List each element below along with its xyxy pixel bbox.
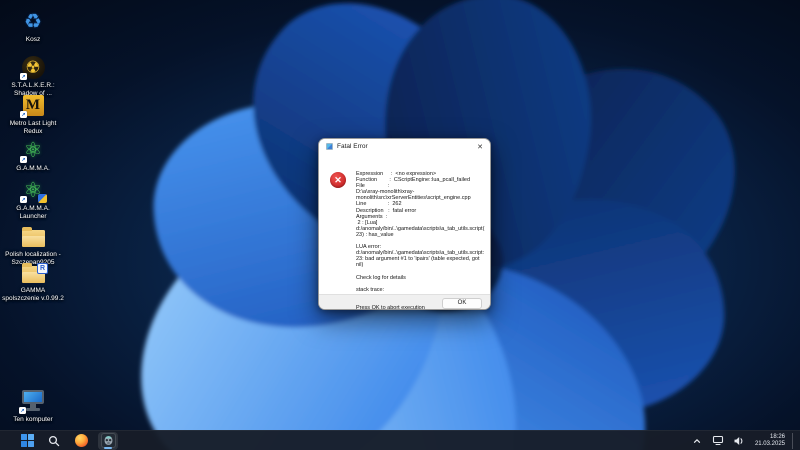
search-icon: [48, 435, 60, 446]
dialog-app-icon: [326, 143, 333, 150]
start-button[interactable]: [17, 432, 37, 450]
firefox-icon: [74, 434, 88, 447]
shortcut-arrow-icon: ↗: [19, 407, 26, 414]
recycle-bin-icon: ♻: [24, 10, 42, 33]
error-message: Expression : <no expression> Function : …: [356, 171, 485, 310]
search-button[interactable]: [44, 432, 64, 450]
shortcut-arrow-icon: ↗: [20, 156, 27, 163]
desktop-icon-label: Metro Last Light Redux: [9, 120, 57, 135]
taskbar-clock[interactable]: 18:26 21.03.2025: [753, 434, 785, 448]
windows-logo-icon: [20, 434, 34, 447]
dialog-title: Fatal Error: [337, 143, 368, 150]
desktop-icon-gamma-launcher[interactable]: ⚛ ↗ G.A.M.M.A. Launcher: [1, 177, 65, 220]
desktop-icon-gamma-spolszczenie[interactable]: R GAMMA spolszczenie v.0.99.2: [1, 259, 65, 302]
shortcut-arrow-icon: ↗: [20, 196, 27, 203]
desktop-icon-gamma[interactable]: ⚛ ↗ G.A.M.M.A.: [1, 137, 65, 173]
shortcut-arrow-icon: ↗: [20, 73, 27, 80]
clock-time: 18:26: [769, 433, 785, 440]
folder-icon: [21, 226, 45, 247]
shield-icon: [38, 194, 47, 203]
shortcut-arrow-icon: ↗: [20, 111, 27, 118]
desktop-icon-this-pc[interactable]: ↗ Ten komputer: [1, 388, 65, 424]
dialog-titlebar[interactable]: Fatal Error ✕: [319, 139, 490, 154]
close-icon[interactable]: ✕: [470, 139, 490, 154]
show-desktop-button[interactable]: [792, 432, 795, 449]
desktop-icon-stalker[interactable]: ☢ ↗ S.T.A.L.K.E.R.: Shadow of ...: [1, 54, 65, 97]
tray-network-icon[interactable]: [711, 433, 725, 449]
desktop-icon-label: G.A.M.M.A. Launcher: [16, 205, 50, 220]
desktop-icon-label: G.A.M.M.A.: [16, 165, 50, 172]
dialog-body: ✕ Expression : <no expression> Function …: [319, 154, 490, 309]
desktop-icon-label: Ten komputer: [13, 416, 53, 423]
desktop-icon-recycle-bin[interactable]: ♻ Kosz: [1, 8, 65, 44]
tray-volume-icon[interactable]: [732, 433, 746, 449]
tray-chevron-up-icon[interactable]: [690, 433, 704, 449]
desktop: ♻ Kosz ☢ ↗ S.T.A.L.K.E.R.: Shadow of ...…: [0, 0, 800, 450]
error-icon: ✕: [330, 172, 346, 188]
desktop-icon-label: Kosz: [25, 36, 41, 43]
desktop-icon-metro[interactable]: M ↗ Metro Last Light Redux: [1, 92, 65, 135]
clock-date: 21.03.2025: [754, 440, 785, 447]
taskbar-firefox[interactable]: [71, 432, 91, 450]
fatal-error-dialog: Fatal Error ✕ ✕ Expression : <no express…: [318, 138, 491, 310]
desktop-icon-label: GAMMA spolszczenie v.0.99.2: [2, 287, 64, 302]
rar-archive-icon: R: [37, 263, 48, 274]
taskbar: 18:26 21.03.2025: [0, 430, 800, 450]
anomaly-game-icon: [100, 433, 116, 448]
taskbar-anomaly-running[interactable]: [98, 431, 118, 450]
